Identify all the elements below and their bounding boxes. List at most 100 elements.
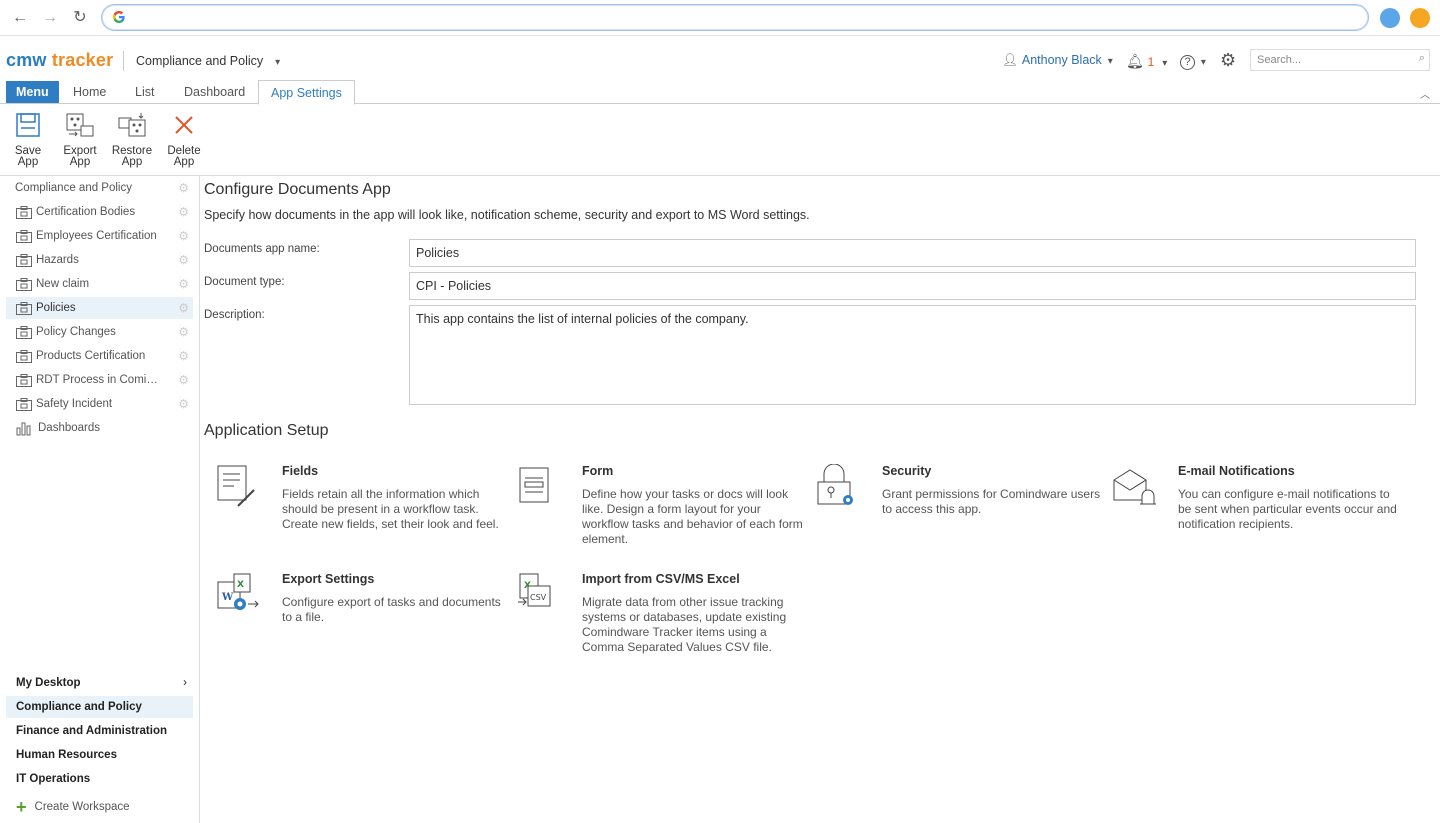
card-description: Configure export of tasks and documents …: [282, 595, 501, 624]
form-card[interactable]: Form Define how your tasks or docs will …: [516, 464, 803, 554]
card-description: Grant permissions for Comindware users t…: [882, 487, 1101, 516]
security-card[interactable]: Security Grant permissions for Comindwar…: [816, 464, 1100, 554]
gear-icon[interactable]: ⚙: [178, 321, 189, 343]
app-folder-icon: [16, 206, 32, 219]
restore-app-button[interactable]: Restore App: [107, 112, 157, 168]
workspace-finance-and-administration[interactable]: Finance and Administration: [6, 720, 193, 742]
chevron-right-icon: ›: [183, 677, 187, 689]
workspace-it-operations[interactable]: IT Operations: [6, 768, 193, 790]
export-settings-card[interactable]: W X Export Settings Configure export of …: [216, 572, 501, 642]
restore-icon: [118, 113, 146, 137]
gear-icon[interactable]: ⚙: [178, 177, 189, 199]
search-input[interactable]: Search... ⌕: [1250, 49, 1430, 71]
workspace-my-desktop[interactable]: My Desktop ›: [6, 672, 193, 694]
tab-menu[interactable]: Menu: [6, 81, 59, 103]
card-title[interactable]: E-mail Notifications: [1178, 464, 1295, 478]
card-title[interactable]: Form: [582, 464, 613, 478]
chevron-down-icon: ▾: [275, 57, 281, 68]
save-app-button[interactable]: Save App: [3, 112, 53, 168]
sidebar-item-safety-incident[interactable]: Safety Incident ⚙: [6, 393, 193, 415]
document-type-label: Document type:: [204, 276, 285, 288]
notifications-button[interactable]: 🔔︎ 1 ▾: [1126, 53, 1167, 70]
chevron-down-icon: ▾: [1200, 57, 1206, 68]
chevron-down-icon: ▾: [1107, 56, 1113, 67]
search-icon[interactable]: ⌕: [1419, 52, 1425, 65]
help-icon: ?: [1180, 55, 1195, 70]
sidebar-item-certification-bodies[interactable]: Certification Bodies ⚙: [6, 201, 193, 223]
sidebar-item-hazards[interactable]: Hazards ⚙: [6, 249, 193, 271]
card-description: Define how your tasks or docs will look …: [582, 487, 803, 546]
svg-text:CSV: CSV: [530, 593, 547, 602]
card-title[interactable]: Export Settings: [282, 572, 374, 586]
tab-list[interactable]: List: [123, 80, 166, 104]
tab-app-settings[interactable]: App Settings: [258, 80, 355, 105]
export-label-line2: App: [69, 156, 91, 168]
workspace-label: IT Operations: [16, 773, 91, 785]
sidebar-item-label: Policies: [36, 302, 76, 314]
user-menu[interactable]: 👤︎ Anthony Black ▾: [1002, 53, 1113, 68]
sidebar-item-label: Hazards: [36, 254, 79, 266]
form-layout-icon: [519, 467, 549, 503]
settings-gear-icon[interactable]: ⚙: [1220, 50, 1236, 71]
card-description: You can configure e-mail notifications t…: [1178, 487, 1397, 531]
tab-dashboard[interactable]: Dashboard: [172, 80, 257, 104]
plus-icon: +: [16, 797, 27, 817]
gear-icon[interactable]: ⚙: [178, 273, 189, 295]
tab-home[interactable]: Home: [61, 80, 118, 104]
card-title[interactable]: Security: [882, 464, 931, 478]
fields-card[interactable]: Fields Fields retain all the information…: [216, 464, 499, 554]
gear-icon[interactable]: ⚙: [178, 345, 189, 367]
export-app-button[interactable]: Export App: [55, 112, 105, 168]
sidebar-item-employees-certification[interactable]: Employees Certification ⚙: [6, 225, 193, 247]
ribbon-toolbar: Save App Export App Restore App Delete A…: [0, 104, 1440, 176]
app-logo[interactable]: cmw tracker: [6, 50, 113, 71]
card-title[interactable]: Import from CSV/MS Excel: [582, 572, 740, 586]
create-workspace-label: Create Workspace: [34, 801, 130, 813]
description-field[interactable]: This app contains the list of internal p…: [409, 305, 1416, 405]
notification-count: 1: [1147, 55, 1155, 69]
card-title[interactable]: Fields: [282, 464, 318, 478]
gear-icon[interactable]: ⚙: [178, 297, 189, 319]
sidebar-root-workspace[interactable]: Compliance and Policy ⚙: [6, 177, 193, 199]
create-workspace-button[interactable]: + Create Workspace: [16, 797, 130, 818]
gear-icon[interactable]: ⚙: [178, 393, 189, 415]
collapse-ribbon-icon[interactable]: ︿: [1420, 86, 1430, 101]
import-csv-card[interactable]: X CSV Import from CSV/MS Excel Migrate d…: [516, 572, 796, 662]
workspace-label: Human Resources: [16, 749, 117, 761]
help-button[interactable]: ? ▾: [1180, 52, 1206, 70]
sidebar-item-policy-changes[interactable]: Policy Changes ⚙: [6, 321, 193, 343]
gear-icon[interactable]: ⚙: [178, 249, 189, 271]
app-folder-icon: [16, 278, 32, 291]
gear-icon[interactable]: ⚙: [178, 369, 189, 391]
delete-app-button[interactable]: Delete App: [159, 112, 209, 168]
workspace-compliance-and-policy[interactable]: Compliance and Policy: [6, 696, 193, 718]
workspace-selector[interactable]: Compliance and Policy ▾: [136, 54, 280, 68]
back-arrow-icon[interactable]: ←: [10, 8, 30, 28]
app-folder-icon: [16, 350, 32, 363]
sidebar-item-policies[interactable]: Policies ⚙: [6, 297, 193, 319]
bell-icon: 🔔︎: [1126, 53, 1144, 69]
extension-icon[interactable]: [1380, 8, 1400, 28]
sidebar-root-label: Compliance and Policy: [15, 182, 132, 194]
sidebar-item-dashboards[interactable]: Dashboards: [6, 417, 193, 439]
gear-icon[interactable]: ⚙: [178, 225, 189, 247]
sidebar-item-products-certification[interactable]: Products Certification ⚙: [6, 345, 193, 367]
document-type-field[interactable]: CPI - Policies: [409, 272, 1416, 300]
gear-icon[interactable]: ⚙: [178, 201, 189, 223]
sidebar-item-label: Dashboards: [38, 422, 101, 434]
sidebar-item-label: Policy Changes: [36, 326, 116, 338]
sidebar-item-rdt-process[interactable]: RDT Process in Comindware ⚙: [6, 369, 193, 391]
sidebar-item-label: Products Certification: [36, 350, 146, 362]
address-bar[interactable]: [101, 4, 1369, 31]
bar-chart-icon: [16, 422, 31, 436]
forward-arrow-icon[interactable]: →: [40, 8, 60, 28]
sidebar-item-new-claim[interactable]: New claim ⚙: [6, 273, 193, 295]
page-title: Configure Documents App: [204, 181, 391, 198]
workspace-human-resources[interactable]: Human Resources: [6, 744, 193, 766]
email-notifications-card[interactable]: E-mail Notifications You can configure e…: [1112, 464, 1397, 554]
delete-x-icon: [175, 116, 193, 134]
profile-icon[interactable]: [1410, 8, 1430, 28]
reload-icon[interactable]: ↻: [70, 8, 90, 28]
app-name-field[interactable]: Policies: [409, 239, 1416, 267]
app-folder-icon: [16, 230, 32, 243]
